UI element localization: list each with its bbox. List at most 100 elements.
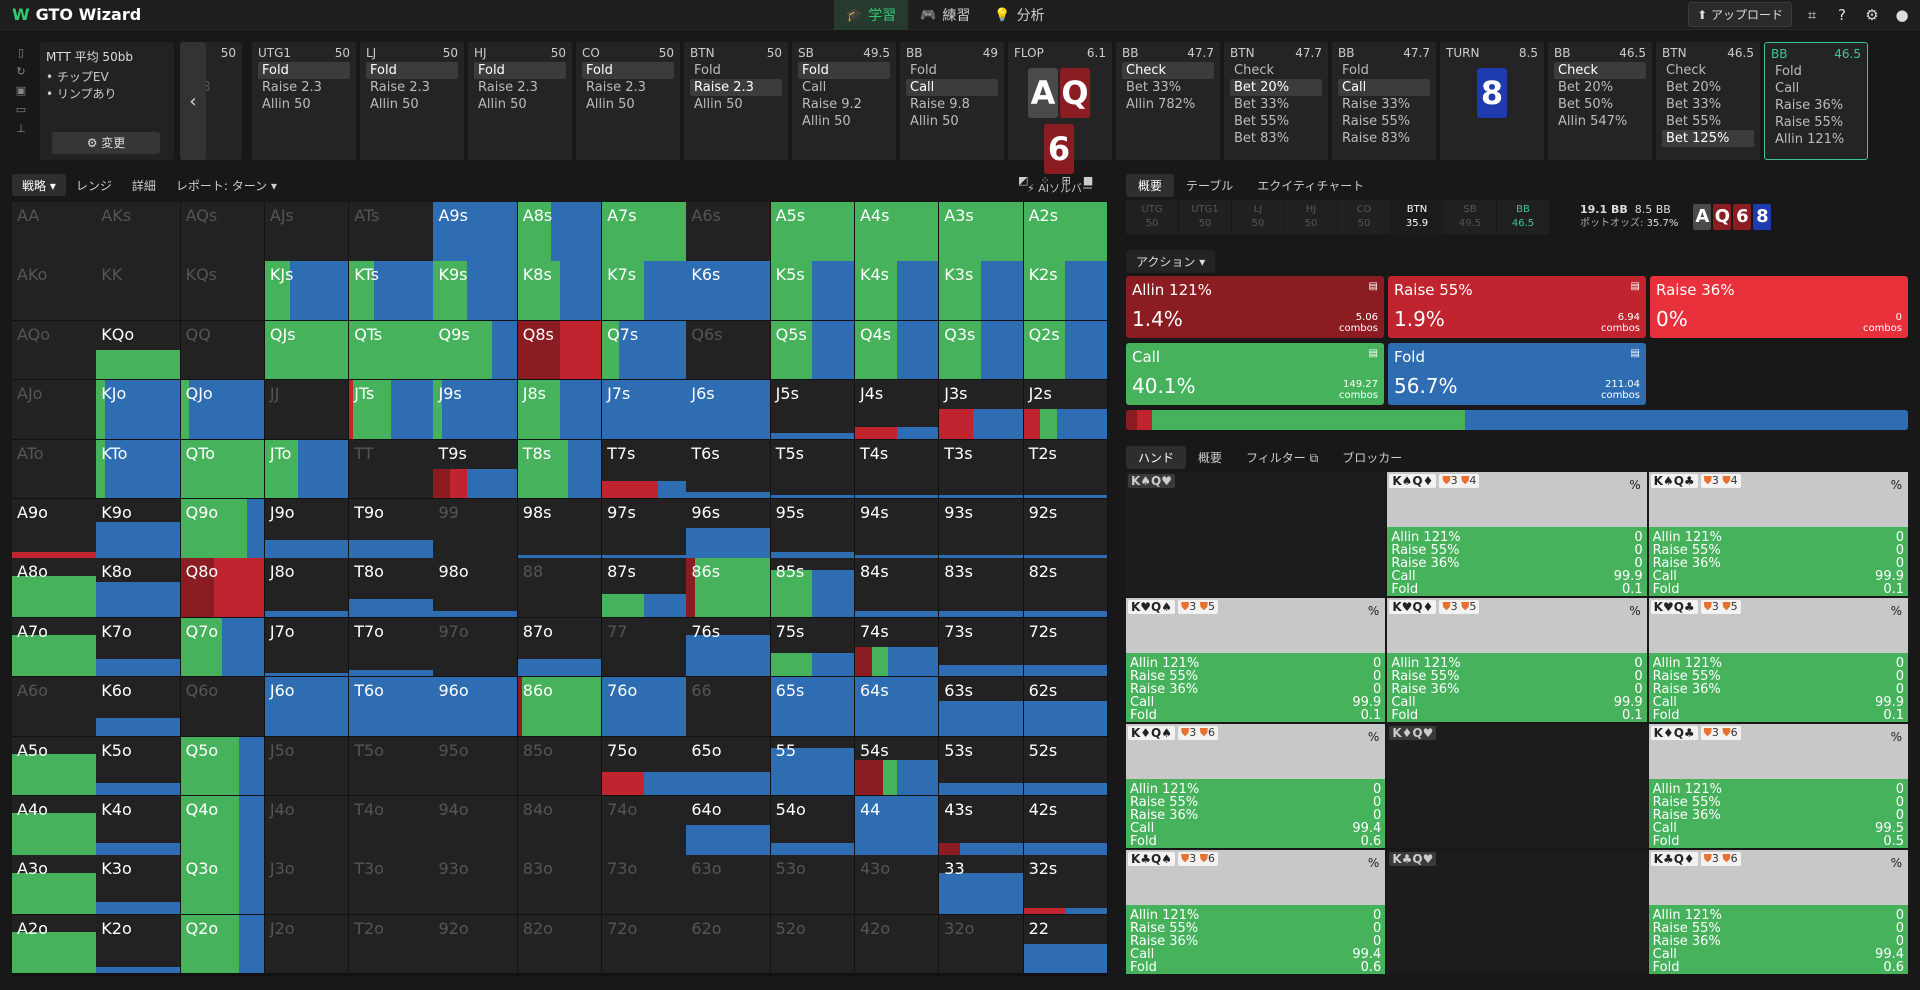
matrix-cell[interactable]: ATo: [12, 439, 96, 499]
action-option[interactable]: Allin 782%: [1122, 96, 1214, 113]
matrix-cell[interactable]: 82s: [1023, 558, 1108, 617]
hand-combo-cell[interactable]: K♦Q♥: [1387, 724, 1647, 848]
matrix-cell[interactable]: A2s: [1023, 202, 1108, 261]
action-option[interactable]: Fold: [258, 62, 350, 79]
matrix-cell[interactable]: A8o: [12, 558, 96, 617]
matrix-cell[interactable]: 54o: [770, 795, 855, 855]
action-option[interactable]: Call: [798, 79, 890, 96]
matrix-cell[interactable]: K4s: [854, 261, 939, 320]
matrix-cell[interactable]: 64s: [854, 677, 939, 736]
action-option[interactable]: Call: [1338, 79, 1430, 96]
action-option[interactable]: Raise 33%: [1338, 96, 1430, 113]
matrix-cell[interactable]: 84s: [854, 558, 939, 617]
tab-detail[interactable]: 詳細: [122, 174, 166, 196]
matrix-cell[interactable]: 32o: [939, 914, 1023, 974]
matrix-cell[interactable]: 53s: [939, 736, 1023, 796]
matrix-cell[interactable]: KJs: [264, 261, 349, 320]
matrix-cell[interactable]: K8s: [517, 261, 602, 320]
matrix-cell[interactable]: QJs: [264, 320, 349, 380]
action-option[interactable]: Bet 33%: [1230, 96, 1322, 113]
action-box[interactable]: Fold 56.7% ▤ 211.04 combos: [1388, 343, 1646, 405]
matrix-cell[interactable]: A2o: [12, 914, 96, 974]
matrix-cell[interactable]: J9o: [264, 498, 349, 558]
matrix-cell[interactable]: 42s: [1023, 795, 1108, 855]
matrix-cell[interactable]: 72s: [1023, 617, 1108, 677]
matrix-cell[interactable]: AA: [12, 202, 96, 261]
matrix-cell[interactable]: T4s: [854, 439, 939, 499]
position-card[interactable]: CO 50 Fold Raise 2.3 Allin 50: [576, 42, 680, 160]
matrix-cell[interactable]: T2o: [349, 914, 433, 974]
position-card[interactable]: BB 47.7 Check Bet 33% Allin 782%: [1116, 42, 1220, 160]
action-option[interactable]: Allin 50: [582, 96, 674, 113]
matrix-cell[interactable]: T8o: [349, 558, 433, 617]
action-option[interactable]: Raise 83%: [1338, 130, 1430, 147]
tab-equity-chart[interactable]: エクイティチャート: [1245, 174, 1376, 197]
matrix-cell[interactable]: T9s: [433, 439, 517, 499]
matrix-cell[interactable]: 83o: [517, 855, 602, 914]
matrix-cell[interactable]: K3s: [939, 261, 1023, 320]
action-option[interactable]: Fold: [1771, 63, 1861, 80]
list-icon[interactable]: ▤: [1369, 348, 1378, 359]
action-option[interactable]: Fold: [798, 62, 890, 79]
matrix-cell[interactable]: K6o: [96, 677, 180, 736]
matrix-cell[interactable]: 99: [433, 498, 517, 558]
matrix-cell[interactable]: 97o: [433, 617, 517, 677]
action-option[interactable]: Raise 2.3: [690, 79, 782, 96]
bookmark-icon[interactable]: ▯: [18, 46, 24, 59]
action-option[interactable]: Call: [1771, 80, 1861, 97]
matrix-cell[interactable]: K5o: [96, 736, 180, 796]
matrix-cell[interactable]: K6s: [686, 261, 770, 320]
user-avatar-icon[interactable]: ●: [1892, 5, 1912, 25]
tab-table[interactable]: テーブル: [1174, 174, 1245, 197]
matrix-cell[interactable]: J7o: [264, 617, 349, 677]
change-button[interactable]: ⚙ 変更: [52, 132, 160, 154]
action-option[interactable]: Allin 547%: [1554, 113, 1646, 130]
matrix-cell[interactable]: K9s: [433, 261, 517, 320]
matrix-cell[interactable]: K2s: [1023, 261, 1108, 320]
matrix-cell[interactable]: 76o: [602, 677, 686, 736]
matrix-cell[interactable]: T2s: [1023, 439, 1108, 499]
hand-combo-cell[interactable]: K♦Q♠ ⛊3 ⛊6% Allin 121% 0 Raise 55% 0 Raise 36%…: [1126, 724, 1386, 848]
matrix-cell[interactable]: J3s: [939, 380, 1023, 439]
matrix-cell[interactable]: 77: [602, 617, 686, 677]
position-card[interactable]: BB 49 Fold Call Raise 9.8 Allin 50: [900, 42, 1004, 160]
matrix-cell[interactable]: J3o: [264, 855, 349, 914]
matrix-cell[interactable]: A3s: [939, 202, 1023, 261]
matrix-cell[interactable]: TT: [349, 439, 433, 499]
nav-tab-study[interactable]: 🎓 学習: [834, 0, 909, 30]
matrix-cell[interactable]: T5s: [770, 439, 855, 499]
matrix-cell[interactable]: QTs: [349, 320, 433, 380]
tree-icon[interactable]: ⊥: [16, 122, 26, 135]
matrix-cell[interactable]: 54s: [854, 736, 939, 796]
matrix-cell[interactable]: J4s: [854, 380, 939, 439]
action-dropdown[interactable]: アクション ▾: [1126, 250, 1216, 273]
matrix-cell[interactable]: 65o: [686, 736, 770, 796]
matrix-cell[interactable]: T7o: [349, 617, 433, 677]
matrix-cell[interactable]: AJo: [12, 380, 96, 439]
matrix-cell[interactable]: T9o: [349, 498, 433, 558]
matrix-cell[interactable]: K8o: [96, 558, 180, 617]
matrix-cell[interactable]: 74o: [602, 795, 686, 855]
action-option[interactable]: Allin 121%: [1771, 131, 1861, 148]
matrix-cell[interactable]: KQs: [180, 261, 265, 320]
matrix-cell[interactable]: J7s: [602, 380, 686, 439]
matrix-cell[interactable]: Q9o: [180, 498, 265, 558]
matrix-cell[interactable]: AKo: [12, 261, 96, 320]
matrix-cell[interactable]: J9s: [433, 380, 517, 439]
controller-icon[interactable]: ▭: [16, 103, 26, 116]
matrix-cell[interactable]: K3o: [96, 855, 180, 914]
matrix-cell[interactable]: Q9s: [433, 320, 517, 380]
matrix-cell[interactable]: Q6s: [686, 320, 770, 380]
tab-overview[interactable]: 概要: [1126, 174, 1175, 197]
tab-filter[interactable]: フィルター ⧉: [1234, 446, 1330, 469]
matrix-cell[interactable]: T3s: [939, 439, 1023, 499]
matrix-cell[interactable]: 63o: [686, 855, 770, 914]
action-option[interactable]: Allin 50: [366, 96, 458, 113]
list-icon[interactable]: ▤: [1631, 348, 1640, 359]
matrix-cell[interactable]: T6o: [349, 677, 433, 736]
matrix-cell[interactable]: 43s: [939, 795, 1023, 855]
action-option[interactable]: Bet 33%: [1662, 96, 1754, 113]
matrix-cell[interactable]: A5o: [12, 736, 96, 796]
matrix-cell[interactable]: 52s: [1023, 736, 1108, 796]
flop-card[interactable]: FLOP 6.1 A Q6 ⚡ AIソルバー: [1008, 42, 1112, 195]
